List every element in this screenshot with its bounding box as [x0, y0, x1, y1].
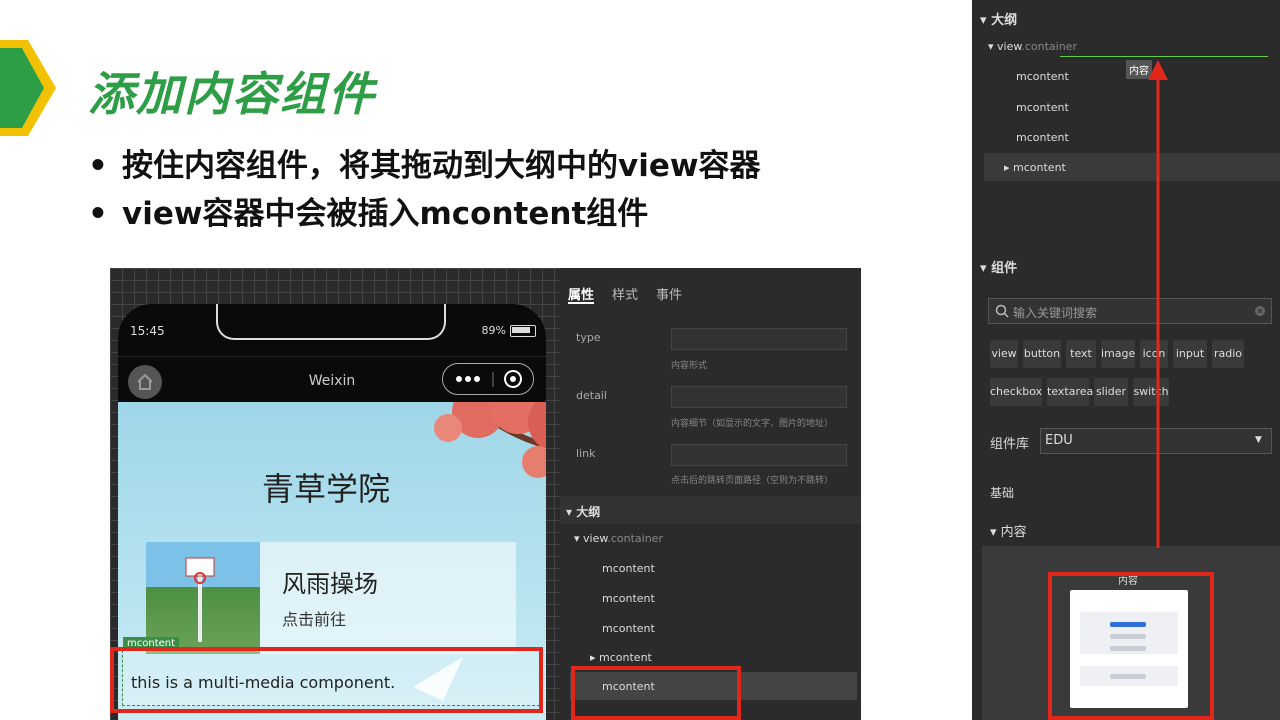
library-label: 组件库 — [990, 437, 1030, 452]
battery-level: 89% — [481, 324, 506, 337]
editor-screenshot: 15:45 89% Weixin 青草学院 风雨操场 点击前往 mcontent… — [110, 268, 861, 720]
design-canvas: 15:45 89% Weixin 青草学院 风雨操场 点击前往 mcontent… — [110, 268, 560, 720]
outline-item-label: ▸ mcontent — [1004, 161, 1066, 174]
outline-item-label: mcontent — [599, 651, 652, 664]
content-category[interactable]: ▾ 内容 — [990, 521, 1027, 540]
tab-events[interactable]: 事件 — [656, 284, 682, 303]
mini-app-navbar: Weixin — [118, 356, 546, 403]
outline-root-label: view — [997, 40, 1022, 53]
bullet-2: • view容器中会被插入mcontent组件 — [88, 196, 649, 232]
close-target-icon[interactable] — [504, 370, 522, 388]
outline-root-label: view — [583, 532, 608, 545]
field-hint-type: 内容形式 — [671, 361, 708, 371]
outline-item-collapsed[interactable]: ▸ mcontent — [984, 153, 1280, 181]
blossom-tree-image — [434, 402, 546, 478]
chip-view[interactable]: view — [990, 340, 1018, 368]
status-battery: 89% — [482, 324, 536, 337]
content-components-area: 内容 — [982, 546, 1280, 720]
search-placeholder: 输入关键词搜索 — [1013, 306, 1098, 320]
tab-styles[interactable]: 样式 — [612, 284, 638, 303]
field-hint-link: 点击后的跳转页面路径（空则为不跳转） — [671, 476, 834, 486]
outline-root-view[interactable]: ▾ view.container — [988, 40, 1077, 53]
field-label-detail: detail — [576, 389, 607, 402]
outline-item[interactable]: mcontent — [602, 592, 655, 605]
app-title: 青草学院 — [262, 470, 391, 508]
outline-item[interactable]: mcontent — [1016, 101, 1069, 114]
content-category-label: 内容 — [1000, 525, 1027, 540]
detail-input[interactable] — [671, 386, 847, 408]
battery-icon — [510, 325, 536, 337]
components-section-label: 组件 — [991, 261, 1018, 276]
properties-panel: 属性 样式 事件 type 内容形式 detail 内容细节（如显示的文字、图片… — [560, 268, 861, 720]
field-label-type: type — [576, 331, 601, 344]
outline-header-label: ▾ 大纲 — [566, 505, 601, 519]
highlight-box-component — [1048, 572, 1214, 720]
link-input[interactable] — [671, 444, 847, 466]
chip-checkbox[interactable]: checkbox — [990, 378, 1042, 406]
chip-slider[interactable]: slider — [1094, 378, 1128, 406]
tab-attributes[interactable]: 属性 — [568, 284, 594, 303]
chip-text[interactable]: text — [1066, 340, 1096, 368]
outline-item-collapsed[interactable]: ▸ mcontent — [590, 651, 652, 664]
outline-item-text: mcontent — [1013, 161, 1066, 174]
outline-section-label: 大纲 — [991, 13, 1018, 28]
library-value: EDU — [1045, 433, 1073, 448]
chip-input[interactable]: input — [1173, 340, 1207, 368]
field-label-link: link — [576, 447, 596, 460]
chip-radio[interactable]: radio — [1212, 340, 1244, 368]
chip-image[interactable]: image — [1101, 340, 1135, 368]
outline-root-view[interactable]: ▾ view.container — [574, 532, 663, 545]
bullet-2-text: view容器中会被插入mcontent组件 — [122, 196, 649, 232]
more-dots-icon[interactable] — [456, 376, 480, 382]
card-title: 风雨操场 — [282, 570, 378, 598]
outline-item[interactable]: mcontent — [602, 562, 655, 575]
slide-title: 添加内容组件 — [88, 67, 376, 121]
bullet-1-text: 按住内容组件，将其拖动到大纲中的view容器 — [122, 148, 761, 184]
outline-root-class: .container — [607, 532, 663, 545]
outline-item[interactable]: mcontent — [1016, 70, 1069, 83]
clear-icon[interactable] — [1255, 306, 1265, 316]
field-hint-detail: 内容细节（如显示的文字、图片的地址） — [671, 419, 834, 429]
outline-item[interactable]: mcontent — [1016, 131, 1069, 144]
highlight-box-mcontent — [110, 647, 543, 713]
venue-card[interactable]: 风雨操场 点击前往 — [146, 542, 516, 654]
outline-root-class: .container — [1021, 40, 1077, 53]
outline-item[interactable]: mcontent — [602, 622, 655, 635]
search-icon — [995, 304, 1009, 318]
outline-header[interactable]: ▾ 大纲 — [560, 496, 861, 524]
chip-button[interactable]: button — [1023, 340, 1061, 368]
bullet-1: • 按住内容组件，将其拖动到大纲中的view容器 — [88, 148, 761, 184]
outline-header-text: 大纲 — [576, 505, 601, 519]
editor-right-panel: ▾ 大纲 ▾ view.container 内容 mcontent mconte… — [972, 0, 1280, 720]
phone-notch — [216, 304, 446, 340]
type-input[interactable] — [671, 328, 847, 350]
card-subtitle: 点击前往 — [282, 610, 347, 629]
chevron-decoration-icon — [0, 40, 56, 136]
chevron-down-icon: ▼ — [1255, 435, 1262, 445]
capsule-menu[interactable] — [442, 363, 534, 395]
outline-section-header[interactable]: ▾ 大纲 — [980, 9, 1017, 28]
drop-indicator-line — [1060, 56, 1268, 57]
chip-textarea[interactable]: textarea — [1047, 378, 1093, 406]
component-search-input[interactable]: 输入关键词搜索 — [988, 298, 1272, 324]
components-section-header[interactable]: ▾ 组件 — [980, 257, 1017, 276]
highlight-box-new-item — [571, 666, 741, 720]
basic-category[interactable]: 基础 — [990, 484, 1014, 501]
active-tab-underline — [568, 302, 594, 304]
drag-arrow-icon — [1148, 60, 1168, 548]
status-time: 15:45 — [130, 324, 165, 338]
